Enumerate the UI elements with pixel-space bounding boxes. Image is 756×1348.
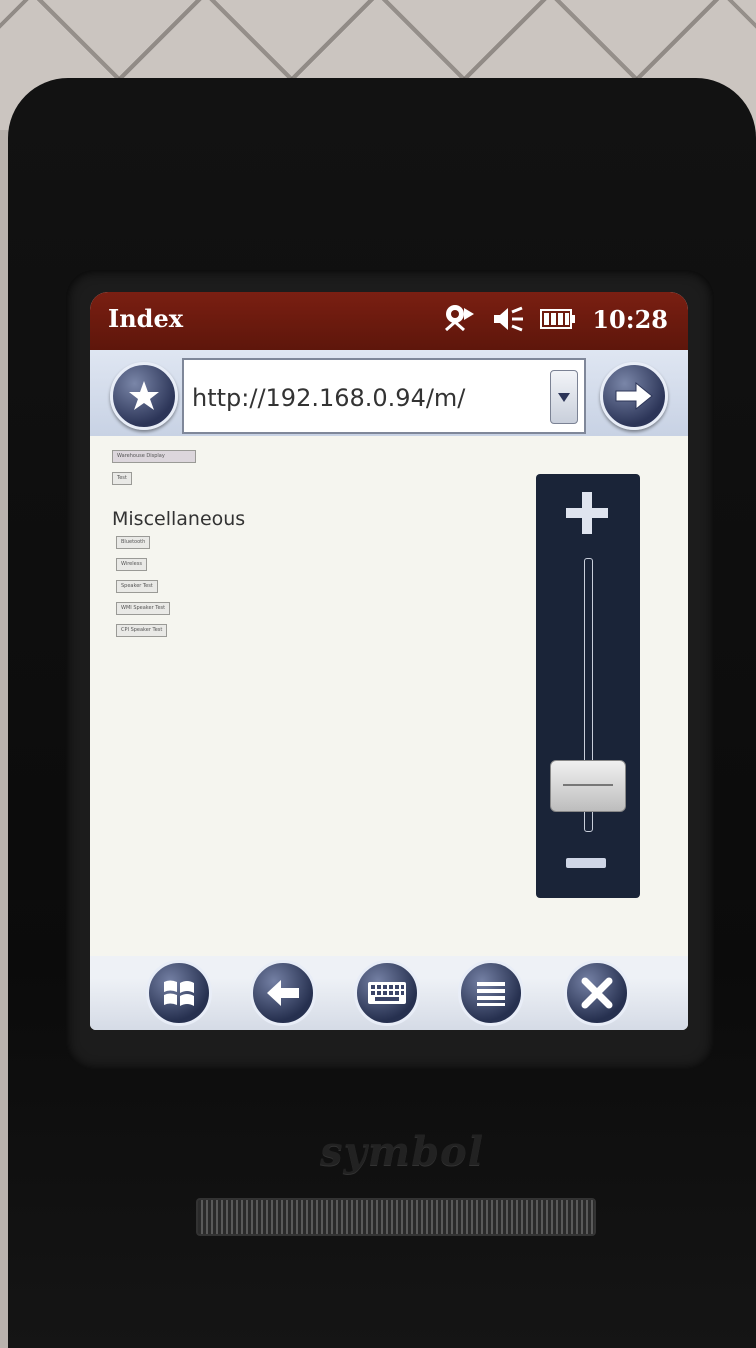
battery-icon[interactable] (540, 308, 576, 330)
close-icon (581, 977, 613, 1009)
menu-icon (477, 982, 505, 1006)
speaker-muted-icon[interactable] (492, 304, 524, 334)
wireless-button[interactable]: Wireless (116, 558, 147, 571)
url-text: http://192.168.0.94/m/ (192, 384, 466, 412)
speaker-test-button[interactable]: Speaker Test (116, 580, 158, 593)
arrow-right-icon (615, 381, 653, 411)
bluetooth-button[interactable]: Bluetooth (116, 536, 151, 549)
page-heading: Miscellaneous (112, 508, 246, 530)
screen: Index 10:28 http://192.168.0.94/m/ Wareh… (90, 292, 688, 1030)
go-button[interactable] (600, 362, 668, 430)
url-input[interactable]: http://192.168.0.94/m/ (182, 358, 586, 434)
zoom-in-icon[interactable] (564, 490, 610, 536)
status-area: 10:28 (442, 302, 668, 336)
keyboard-button[interactable] (354, 960, 420, 1026)
speaker-grille (196, 1198, 596, 1236)
wmi-speaker-test-button[interactable]: WMI Speaker Test (116, 602, 171, 615)
address-bar: http://192.168.0.94/m/ (90, 350, 688, 436)
cpi-speaker-test-button[interactable]: CPI Speaker Test (116, 624, 168, 637)
zoom-panel (536, 474, 640, 898)
bottom-toolbar (90, 956, 688, 1030)
close-button[interactable] (564, 960, 630, 1026)
start-button[interactable] (146, 960, 212, 1026)
windows-start-icon (164, 980, 194, 1006)
title-bar: Index 10:28 (90, 292, 688, 350)
connectivity-icon[interactable] (442, 302, 476, 336)
warehouse-display-button[interactable]: Warehouse Display (112, 450, 196, 463)
back-button[interactable] (250, 960, 316, 1026)
zoom-out-icon[interactable] (566, 858, 606, 868)
star-icon (129, 381, 159, 410)
clock: 10:28 (592, 304, 668, 334)
url-dropdown-button[interactable] (550, 370, 578, 424)
window-title: Index (108, 304, 184, 333)
menu-button[interactable] (458, 960, 524, 1026)
keyboard-icon (368, 982, 406, 1004)
test-button[interactable]: Test (112, 472, 132, 485)
zoom-slider-thumb[interactable] (550, 760, 626, 812)
back-arrow-icon (267, 980, 299, 1006)
chevron-down-icon (558, 393, 570, 402)
favorites-button[interactable] (110, 362, 178, 430)
device-brand-logo: symbol (320, 1128, 484, 1175)
